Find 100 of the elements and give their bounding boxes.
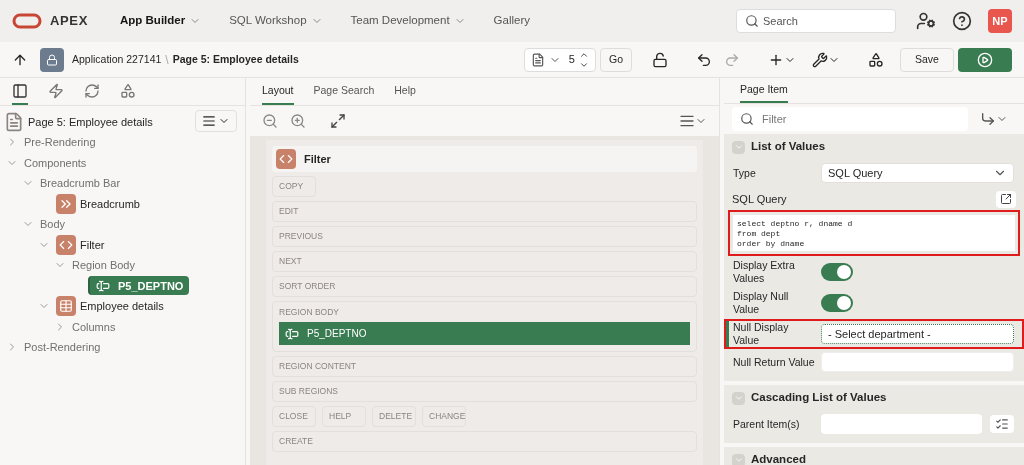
property-label: SQL Query (732, 191, 787, 207)
rendering-icon (12, 82, 28, 99)
go-to-group-button[interactable] (980, 111, 1008, 127)
property-label: Display Extra Values (733, 259, 796, 285)
position-slot[interactable]: DELETE (372, 406, 416, 427)
undo-icon[interactable] (696, 51, 712, 68)
nav-menu[interactable]: SQL Workshop (229, 12, 323, 30)
code-icon (56, 234, 76, 255)
property-label: Parent Item(s) (733, 417, 801, 431)
arrow-down-right-icon (980, 111, 996, 127)
user-settings-icon[interactable] (916, 11, 936, 31)
code-icon (276, 149, 296, 169)
chevron-down-icon (733, 393, 744, 403)
position-slot[interactable]: REGION CONTENT (272, 356, 697, 377)
go-button[interactable]: Go (600, 47, 632, 72)
page-selector[interactable]: 5 (524, 47, 596, 72)
position-slot[interactable]: NEXT (272, 251, 697, 272)
text-field-icon (285, 326, 299, 341)
wrench-icon (812, 51, 828, 68)
unlock-icon[interactable] (652, 51, 668, 68)
lightning-icon (48, 82, 64, 99)
shapes-icon (120, 82, 136, 99)
tree-item[interactable]: Employee details (80, 298, 164, 315)
page-item[interactable]: P5_DEPTNO (279, 322, 690, 345)
search-icon (740, 112, 754, 126)
property-label: Display Null Value (733, 290, 790, 316)
logo-icon[interactable] (12, 13, 42, 29)
position-slot[interactable]: HELP (322, 406, 366, 427)
region-title: Filter (304, 151, 331, 167)
tree-item[interactable]: Filter (80, 236, 105, 253)
property-tab[interactable]: Page Item (740, 78, 788, 103)
code-editor[interactable]: select deptno r, dname d from dept order by dname (733, 215, 1015, 251)
save-button[interactable]: Save (900, 47, 954, 72)
tree-item[interactable]: Breadcrumb (80, 195, 140, 212)
property-label: Null Display Value (733, 321, 790, 347)
tree-item[interactable]: Page 5: Employee details (28, 113, 153, 131)
external-link-icon (1000, 193, 1012, 205)
text-field-icon (96, 278, 110, 293)
tree-item[interactable]: Columns (72, 318, 116, 335)
layout-tab[interactable]: Page Search (313, 78, 375, 105)
position-slot[interactable]: PREVIOUS (272, 226, 697, 247)
tree-item[interactable]: P5_DEPTNO (88, 276, 190, 296)
position-slot[interactable]: EDIT (272, 201, 697, 222)
position-slot[interactable]: CREATE (272, 431, 697, 452)
expand-icon[interactable] (330, 113, 346, 129)
position-slot[interactable]: COPY (272, 176, 316, 197)
position-slot[interactable]: CLOSE (272, 406, 316, 427)
search-field[interactable]: Search (736, 9, 896, 33)
refresh-icon (84, 82, 100, 99)
chevron-down-icon (733, 142, 744, 152)
user-avatar[interactable]: NP (988, 9, 1012, 33)
text-field[interactable]: - Select department - (821, 324, 1014, 344)
layout-tab[interactable]: Layout (262, 78, 294, 105)
app-icon (40, 47, 64, 72)
toggle-switch[interactable] (821, 294, 853, 312)
nav-menu[interactable]: Team Development (350, 12, 466, 30)
expand-editor-button[interactable] (996, 190, 1016, 208)
text-field[interactable] (821, 414, 982, 434)
list-icon (995, 417, 1009, 431)
tree-item[interactable]: Breadcrumb Bar (40, 175, 121, 192)
table-icon (56, 296, 76, 317)
search-icon (745, 14, 759, 28)
page-icon (531, 52, 545, 67)
tree-item[interactable]: Pre-Rendering (24, 134, 96, 151)
tree-item[interactable]: Post-Rendering (24, 339, 101, 356)
page-icon (4, 112, 24, 132)
logo-text: APEX (50, 12, 88, 31)
position-slot[interactable]: SORT ORDER (272, 276, 697, 297)
breadcrumb-link[interactable]: Application 227141 (72, 51, 162, 68)
group-title: Cascading List of Values (751, 390, 887, 406)
zoom-out-icon[interactable] (262, 113, 278, 129)
tree-menu-button[interactable] (195, 110, 237, 132)
nav-menu[interactable]: Gallery (493, 12, 531, 30)
tree-item[interactable]: Components (24, 154, 87, 171)
nav-menu[interactable]: App Builder (120, 12, 202, 30)
filter-field[interactable]: Filter (732, 107, 968, 131)
zoom-in-icon[interactable] (290, 113, 306, 129)
property-label: Null Return Value (733, 355, 816, 369)
property-label: Type (733, 166, 757, 180)
tree-item[interactable]: Region Body (72, 257, 135, 274)
run-button[interactable] (958, 47, 1012, 72)
utilities-menu-button[interactable] (812, 51, 840, 68)
help-icon[interactable] (952, 11, 972, 31)
list-picker-button[interactable] (990, 415, 1014, 433)
chevron-down-icon (733, 455, 744, 465)
type-select[interactable]: SQL Query (821, 163, 1014, 183)
position-slot[interactable]: SUB REGIONS (272, 381, 697, 402)
redo-icon[interactable] (724, 51, 740, 68)
breadcrumb-separator: \ (165, 51, 169, 69)
toggle-switch[interactable] (821, 263, 853, 281)
layout-tab[interactable]: Help (394, 78, 416, 105)
text-field[interactable] (821, 352, 1014, 372)
layout-menu-button[interactable] (679, 113, 707, 129)
shapes-icon[interactable] (868, 51, 884, 68)
breadcrumb-icon (56, 193, 76, 214)
group-title: Advanced (751, 452, 806, 465)
position-slot[interactable]: REGION BODY (279, 302, 690, 322)
group-title: List of Values (751, 139, 826, 155)
position-slot[interactable]: CHANGE (422, 406, 466, 427)
tree-item[interactable]: Body (40, 216, 66, 233)
